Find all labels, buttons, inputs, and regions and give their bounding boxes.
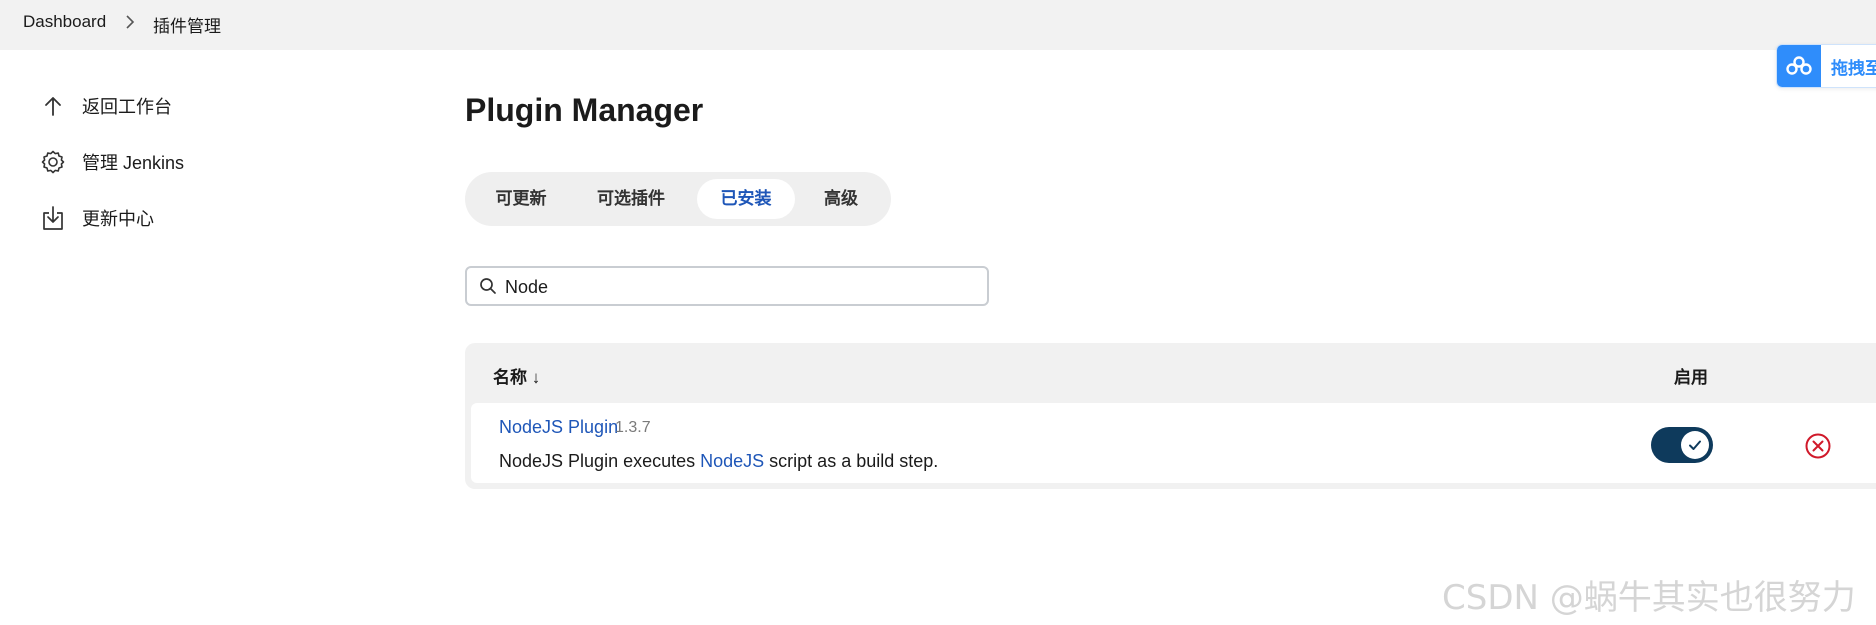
uninstall-icon[interactable] bbox=[1804, 432, 1832, 460]
drag-to-badge[interactable]: 拖拽至 bbox=[1776, 44, 1876, 88]
column-header-enabled: 启用 bbox=[1674, 368, 1708, 387]
cloud-icon bbox=[1777, 45, 1821, 87]
plugin-description-link[interactable]: NodeJS bbox=[700, 451, 764, 471]
plugins-table: 名称 ↓ 启用 NodeJS Plugin 1.3.7 NodeJS Plugi… bbox=[465, 343, 1876, 489]
check-icon bbox=[1681, 431, 1709, 459]
sidebar-item-back-to-dashboard[interactable]: 返回工作台 bbox=[38, 88, 172, 124]
plugin-tabs: 可更新 可选插件 已安装 高级 bbox=[465, 172, 891, 226]
sidebar-item-label: 返回工作台 bbox=[82, 97, 172, 117]
arrow-up-icon bbox=[38, 91, 68, 121]
sidebar-item-update-center[interactable]: 更新中心 bbox=[38, 200, 154, 236]
page-title: Plugin Manager bbox=[465, 92, 704, 128]
breadcrumb-dashboard-link[interactable]: Dashboard bbox=[23, 12, 106, 32]
plugin-description-text: script as a build step. bbox=[764, 451, 939, 471]
tab-advanced[interactable]: 高级 bbox=[805, 179, 877, 219]
sidebar-item-label: 管理 Jenkins bbox=[82, 153, 185, 173]
table-row: NodeJS Plugin 1.3.7 NodeJS Plugin execut… bbox=[471, 403, 1876, 483]
drag-to-label: 拖拽至 bbox=[1831, 58, 1876, 78]
search-icon bbox=[480, 278, 496, 294]
tab-available[interactable]: 可选插件 bbox=[581, 179, 681, 219]
download-icon bbox=[38, 203, 68, 233]
plugin-version: 1.3.7 bbox=[615, 419, 651, 436]
plugin-search-box bbox=[465, 266, 989, 306]
plugin-description-text: NodeJS Plugin executes bbox=[499, 451, 701, 471]
plugin-name-link[interactable]: NodeJS Plugin bbox=[499, 417, 618, 438]
tab-updates[interactable]: 可更新 bbox=[481, 179, 561, 219]
column-header-name[interactable]: 名称 ↓ bbox=[493, 363, 540, 388]
enable-toggle[interactable] bbox=[1651, 427, 1713, 463]
search-input[interactable] bbox=[503, 272, 977, 302]
breadcrumb-current: 插件管理 bbox=[153, 17, 221, 36]
watermark-text: CSDN @蜗牛其实也很努力 bbox=[1442, 578, 1856, 618]
tab-installed[interactable]: 已安装 bbox=[697, 179, 795, 219]
sidebar-item-manage-jenkins[interactable]: 管理 Jenkins bbox=[38, 144, 184, 180]
breadcrumb-bar: Dashboard 插件管理 bbox=[0, 0, 1876, 50]
gear-icon bbox=[38, 147, 68, 177]
sidebar-item-label: 更新中心 bbox=[82, 209, 154, 229]
plugin-description: NodeJS Plugin executes NodeJS script as … bbox=[499, 451, 938, 472]
chevron-right-icon bbox=[126, 15, 135, 29]
